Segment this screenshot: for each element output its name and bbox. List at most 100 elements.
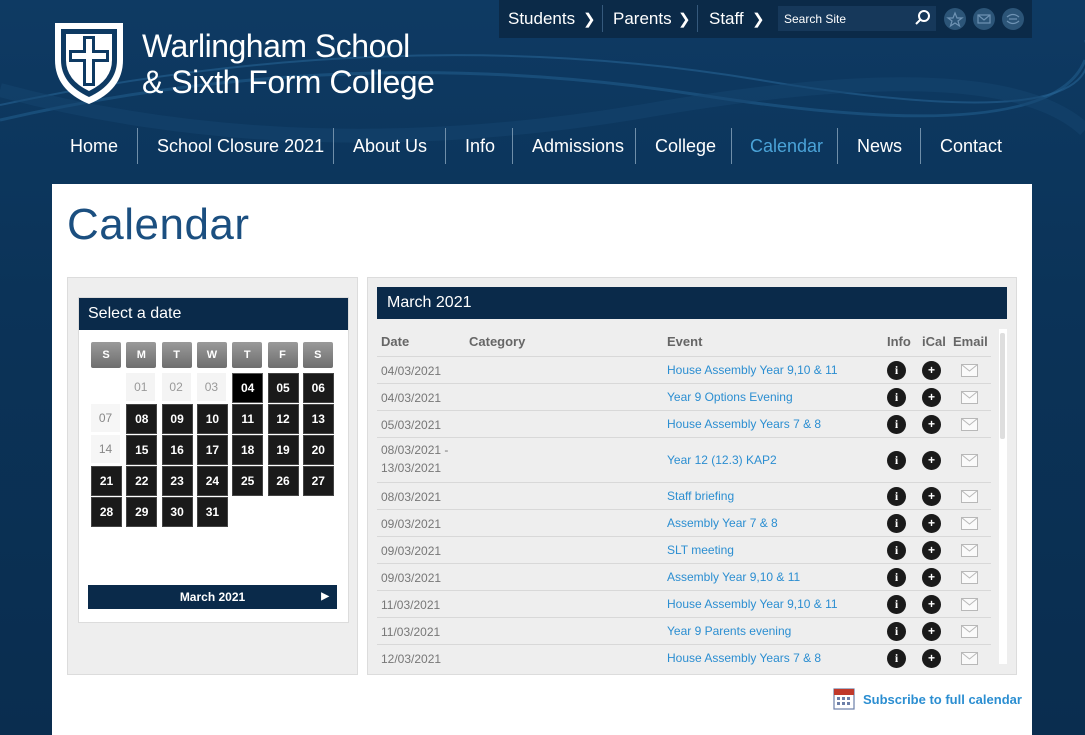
util-link-parents[interactable]: Parents xyxy=(613,9,672,29)
event-date: 09/03/2021 xyxy=(381,542,441,560)
school-crest-logo[interactable] xyxy=(52,20,126,106)
calendar-day[interactable]: 13 xyxy=(302,404,334,434)
event-link[interactable]: House Assembly Years 7 & 8 xyxy=(667,651,821,665)
calendar-day[interactable]: 11 xyxy=(232,404,264,434)
add-to-ical-icon[interactable]: + xyxy=(922,387,941,407)
util-link-students[interactable]: Students xyxy=(508,9,575,29)
email-icon[interactable] xyxy=(961,363,978,377)
search-input[interactable] xyxy=(782,9,911,29)
info-icon[interactable]: i xyxy=(887,513,906,533)
nav-home[interactable]: Home xyxy=(70,128,118,164)
calendar-day[interactable]: 24 xyxy=(196,466,228,496)
nav-news[interactable]: News xyxy=(857,128,902,164)
info-icon[interactable]: i xyxy=(887,414,906,434)
add-to-ical-icon[interactable]: + xyxy=(922,513,941,533)
event-link[interactable]: Staff briefing xyxy=(667,489,734,503)
event-link[interactable]: Assembly Year 9,10 & 11 xyxy=(667,570,800,584)
favourite-icon[interactable] xyxy=(944,8,966,30)
calendar-day[interactable]: 22 xyxy=(126,466,158,496)
email-icon[interactable] xyxy=(961,489,978,503)
calendar-day[interactable]: 08 xyxy=(126,404,158,434)
calendar-day[interactable]: 20 xyxy=(302,435,334,465)
utility-bar: Students ❯ Parents ❯ Staff ❯ xyxy=(499,0,1032,38)
nav-school-closure[interactable]: School Closure 2021 xyxy=(157,128,324,164)
event-link[interactable]: Assembly Year 7 & 8 xyxy=(667,516,778,530)
info-icon[interactable]: i xyxy=(887,450,906,470)
info-icon[interactable]: i xyxy=(887,648,906,668)
info-icon[interactable]: i xyxy=(887,360,906,380)
event-link[interactable]: House Assembly Year 9,10 & 11 xyxy=(667,597,838,611)
calendar-day[interactable]: 05 xyxy=(267,373,299,403)
email-icon[interactable] xyxy=(961,543,978,557)
calendar-day[interactable]: 16 xyxy=(161,435,193,465)
event-date-end: 13/03/2021 xyxy=(381,461,442,475)
calendar-day[interactable]: 07 xyxy=(91,404,120,432)
email-icon[interactable] xyxy=(961,453,978,467)
event-link[interactable]: Year 12 (12.3) KAP2 xyxy=(667,453,777,467)
info-icon[interactable]: i xyxy=(887,540,906,560)
nav-info[interactable]: Info xyxy=(465,128,495,164)
add-to-ical-icon[interactable]: + xyxy=(922,621,941,641)
info-icon[interactable]: i xyxy=(887,594,906,614)
search-icon[interactable] xyxy=(915,10,931,26)
email-icon[interactable] xyxy=(961,417,978,431)
add-to-ical-icon[interactable]: + xyxy=(922,648,941,668)
calendar-day[interactable]: 15 xyxy=(126,435,158,465)
calendar-day[interactable]: 14 xyxy=(91,435,120,463)
school-name[interactable]: Warlingham School & Sixth Form College xyxy=(142,28,435,100)
calendar-day[interactable]: 18 xyxy=(232,435,264,465)
events-scrollbar[interactable] xyxy=(999,329,1007,664)
nav-college[interactable]: College xyxy=(655,128,716,164)
info-icon[interactable]: i xyxy=(887,486,906,506)
event-date: 11/03/2021 xyxy=(381,623,440,641)
add-to-ical-icon[interactable]: + xyxy=(922,540,941,560)
calendar-day[interactable]: 27 xyxy=(302,466,334,496)
add-to-ical-icon[interactable]: + xyxy=(922,486,941,506)
nav-contact[interactable]: Contact xyxy=(940,128,1002,164)
email-icon[interactable] xyxy=(961,516,978,530)
calendar-day[interactable]: 19 xyxy=(267,435,299,465)
nav-about-us[interactable]: About Us xyxy=(353,128,427,164)
scrollbar-thumb[interactable] xyxy=(1000,333,1005,439)
nav-admissions[interactable]: Admissions xyxy=(532,128,624,164)
add-to-ical-icon[interactable]: + xyxy=(922,450,941,470)
email-icon[interactable] xyxy=(961,624,978,638)
event-link[interactable]: SLT meeting xyxy=(667,543,734,557)
calendar-day[interactable]: 21 xyxy=(91,466,122,496)
event-link[interactable]: Year 9 Options Evening xyxy=(667,390,793,404)
email-icon[interactable] xyxy=(961,570,978,584)
calendar-day[interactable]: 12 xyxy=(267,404,299,434)
email-icon[interactable] xyxy=(961,390,978,404)
month-selector[interactable]: March 2021 ▶ xyxy=(88,585,337,609)
calendar-day[interactable]: 06 xyxy=(302,373,334,403)
event-link[interactable]: House Assembly Years 7 & 8 xyxy=(667,417,821,431)
calendar-day[interactable]: 04 xyxy=(232,373,264,403)
info-icon[interactable]: i xyxy=(887,567,906,587)
email-icon[interactable] xyxy=(961,597,978,611)
email-icon[interactable] xyxy=(961,651,978,665)
calendar-day[interactable]: 23 xyxy=(161,466,193,496)
event-link[interactable]: House Assembly Year 9,10 & 11 xyxy=(667,363,838,377)
calendar-day[interactable]: 17 xyxy=(196,435,228,465)
add-to-ical-icon[interactable]: + xyxy=(922,567,941,587)
event-link[interactable]: Year 9 Parents evening xyxy=(667,624,791,638)
add-to-ical-icon[interactable]: + xyxy=(922,594,941,614)
calendar-day[interactable]: 25 xyxy=(232,466,264,496)
info-icon[interactable]: i xyxy=(887,387,906,407)
calendar-day[interactable]: 10 xyxy=(196,404,228,434)
calendar-day[interactable]: 29 xyxy=(126,497,158,527)
calendar-day[interactable]: 09 xyxy=(161,404,193,434)
info-icon[interactable]: i xyxy=(887,621,906,641)
nav-calendar[interactable]: Calendar xyxy=(750,128,823,164)
translate-icon[interactable] xyxy=(1002,8,1024,30)
mail-icon[interactable] xyxy=(973,8,995,30)
calendar-day[interactable]: 26 xyxy=(267,466,299,496)
add-to-ical-icon[interactable]: + xyxy=(922,414,941,434)
util-link-staff[interactable]: Staff xyxy=(709,9,744,29)
subscribe-calendar-link[interactable]: Subscribe to full calendar xyxy=(833,686,1022,715)
calendar-day[interactable]: 28 xyxy=(91,497,122,527)
add-to-ical-icon[interactable]: + xyxy=(922,360,941,380)
next-month-icon[interactable]: ▶ xyxy=(321,585,329,609)
calendar-day[interactable]: 31 xyxy=(196,497,228,527)
calendar-day[interactable]: 30 xyxy=(161,497,193,527)
